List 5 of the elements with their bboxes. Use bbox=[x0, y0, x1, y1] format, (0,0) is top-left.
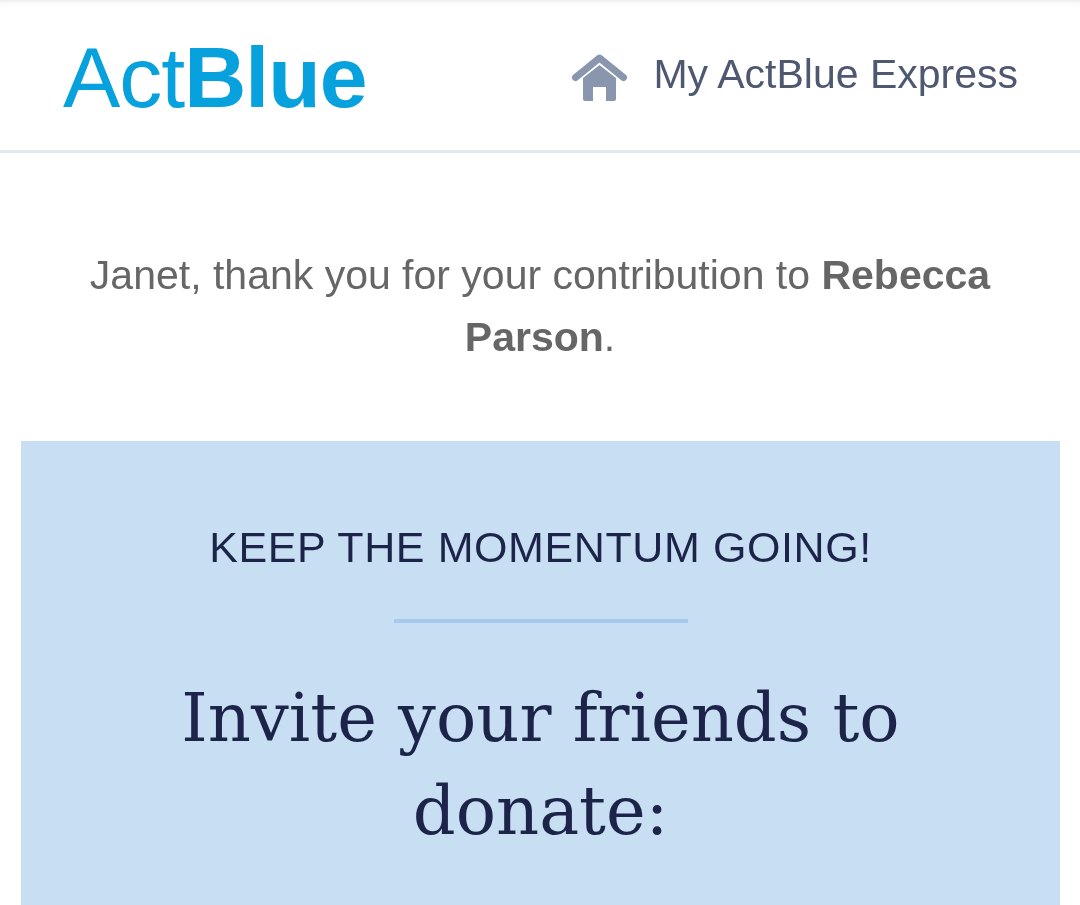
promo-eyebrow: KEEP THE MOMENTUM GOING! bbox=[209, 522, 872, 572]
home-icon bbox=[571, 53, 629, 101]
thank-you-message: Janet, thank you for your contribution to Rebecca Parson. bbox=[88, 251, 992, 362]
promo-heading: Invite your friends to donate: bbox=[180, 678, 901, 852]
nav-link[interactable]: My ActBlue Express bbox=[571, 49, 1018, 101]
